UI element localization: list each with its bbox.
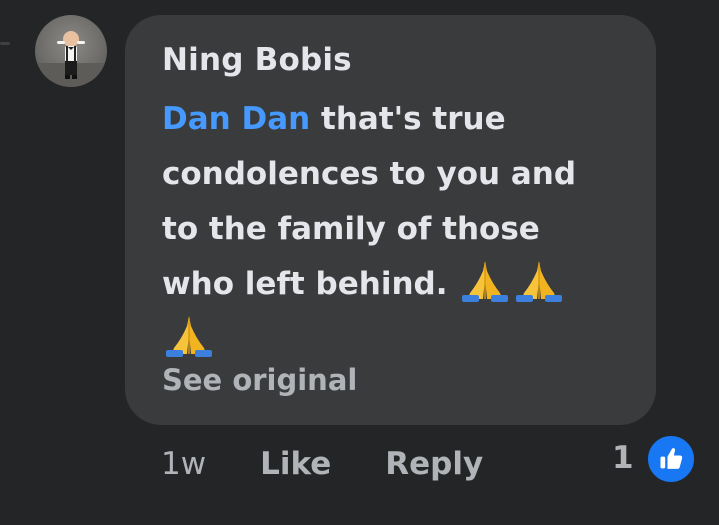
like-button[interactable]: Like [260,446,331,482]
comment-author[interactable]: Ning Bobis [162,41,656,79]
comment-text-line4: who left behind. [162,266,459,302]
comment-text-line3: to the family of those [162,211,540,247]
folded-hands-emoji-icon [512,257,566,303]
comment-text: Dan Dan that's true condolences to you a… [162,92,632,367]
thumbs-up-icon [660,448,683,469]
folded-hands-emoji-icon [458,257,512,303]
comment-bubble: Ning Bobis Dan Dan that's true condolenc… [125,15,656,425]
thread-connector-line [0,42,10,45]
mention-link[interactable]: Dan Dan [162,101,310,137]
comment-text-line1: that's true [310,101,506,137]
comment-timestamp[interactable]: 1w [161,446,206,482]
folded-hands-emoji-icon [162,312,216,358]
reply-button[interactable]: Reply [385,446,483,482]
comment-actions: 1w Like Reply [161,442,483,486]
see-original-link[interactable]: See original [162,363,357,397]
comment-text-line2: condolences to you and [162,156,577,192]
avatar[interactable] [35,15,107,87]
avatar-photo [35,31,107,87]
reaction-badge[interactable] [645,433,697,485]
reaction-count[interactable]: 1 [612,440,634,476]
